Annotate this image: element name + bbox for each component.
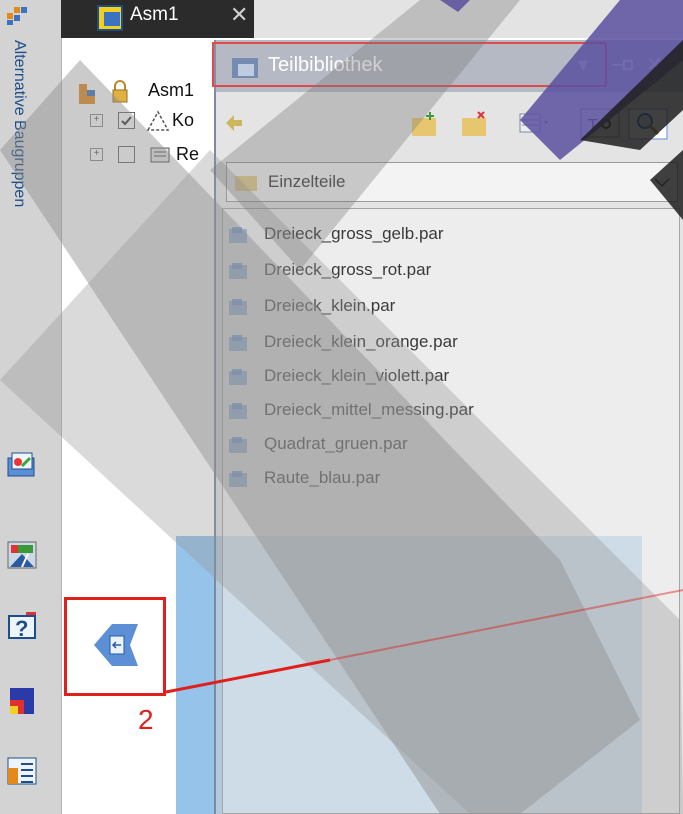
- pane-toggle-icon[interactable]: [92, 620, 142, 670]
- callout-number: 2: [138, 704, 154, 735]
